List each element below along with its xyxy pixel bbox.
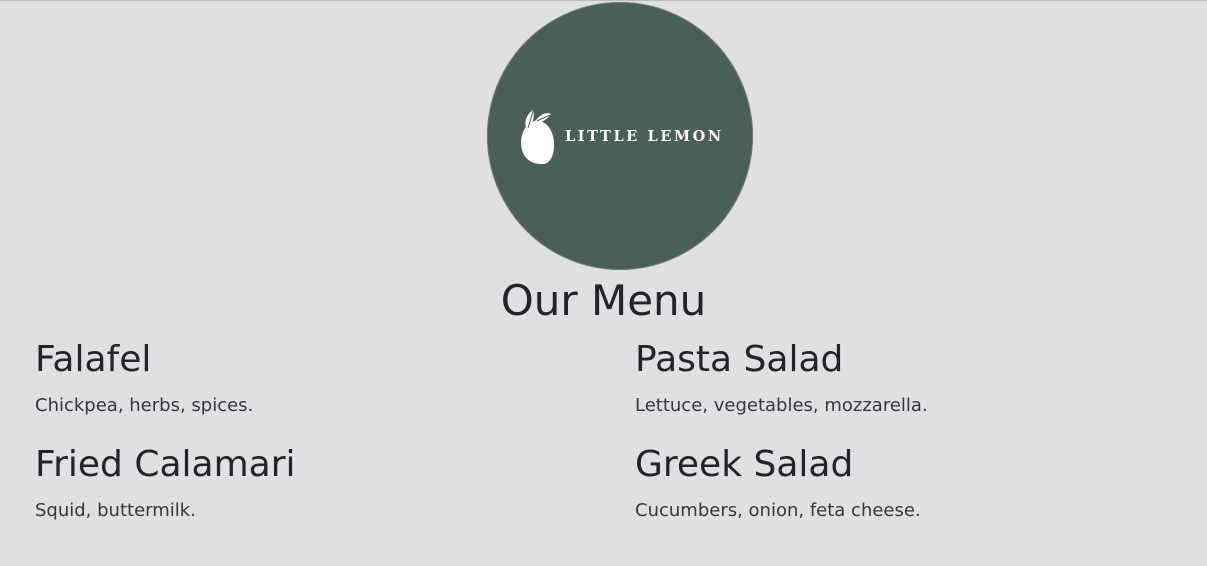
menu-item-falafel: Falafel Chickpea, herbs, spices. bbox=[35, 338, 595, 416]
menu-item-name: Falafel bbox=[35, 339, 152, 380]
menu-item-description: Lettuce, vegetables, mozzarella. bbox=[635, 395, 928, 416]
page-title: Our Menu bbox=[500, 276, 707, 325]
menu-item-greek-salad: Greek Salad Cucumbers, onion, feta chees… bbox=[635, 443, 1195, 521]
menu-item-name: Fried Calamari bbox=[35, 444, 296, 485]
menu-page: LITTLE LEMON Our Menu Falafel Chickpea, … bbox=[0, 0, 1207, 566]
menu-item-fried-calamari: Fried Calamari Squid, buttermilk. bbox=[35, 443, 595, 521]
menu-item-name: Greek Salad bbox=[635, 444, 854, 485]
menu-item-description: Cucumbers, onion, feta cheese. bbox=[635, 500, 921, 521]
menu-item-pasta-salad: Pasta Salad Lettuce, vegetables, mozzare… bbox=[635, 338, 1195, 416]
brand-name: LITTLE LEMON bbox=[565, 128, 724, 145]
lemon-icon bbox=[521, 110, 555, 165]
menu-item-description: Squid, buttermilk. bbox=[35, 500, 196, 521]
menu-item-name: Pasta Salad bbox=[635, 339, 844, 380]
menu-item-description: Chickpea, herbs, spices. bbox=[35, 395, 254, 416]
little-lemon-logo: LITTLE LEMON bbox=[487, 2, 753, 270]
